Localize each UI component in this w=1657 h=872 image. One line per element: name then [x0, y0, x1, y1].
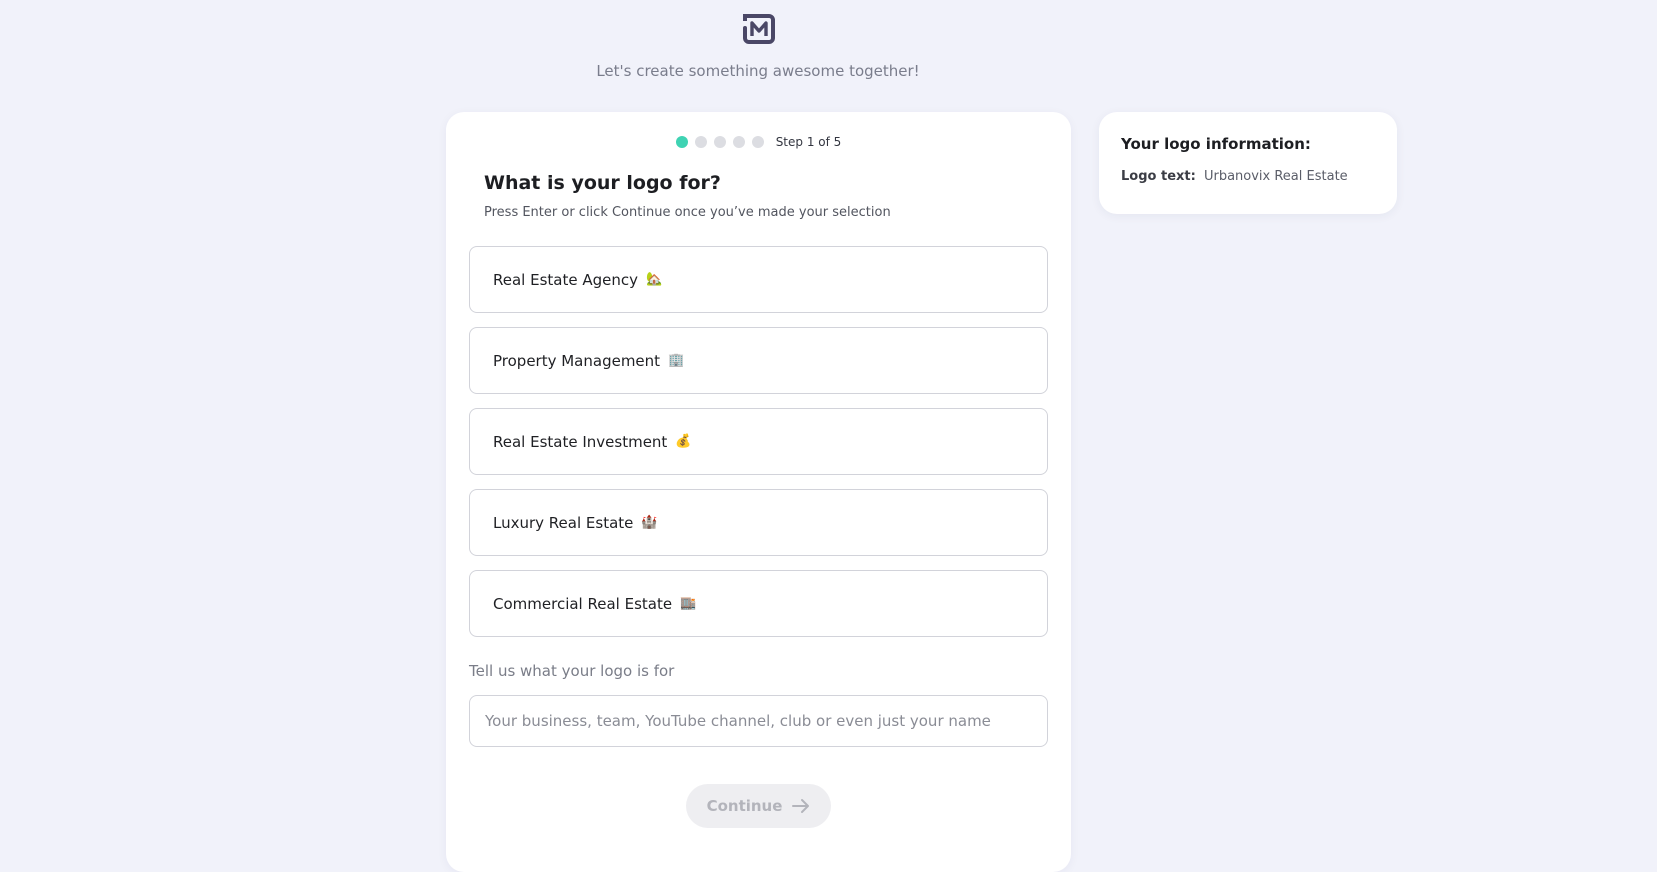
option-luxury-real-estate[interactable]: Luxury Real Estate 🏰	[469, 489, 1048, 556]
money-bag-icon: 💰	[675, 434, 692, 449]
continue-label: Continue	[706, 797, 783, 815]
brand-logo-icon[interactable]	[742, 12, 776, 46]
step-dot-2	[694, 136, 707, 148]
option-real-estate-investment[interactable]: Real Estate Investment 💰	[469, 408, 1048, 475]
arrow-right-icon	[792, 798, 810, 814]
step-counter: Step 1 of 5	[775, 135, 842, 149]
option-property-management[interactable]: Property Management 🏢	[469, 327, 1048, 394]
question-subtitle: Press Enter or click Continue once you’v…	[484, 205, 891, 220]
tagline: Let's create something awesome together!	[596, 62, 920, 80]
question-title: What is your logo for?	[484, 172, 721, 194]
option-commercial-real-estate[interactable]: Commercial Real Estate 🏬	[469, 570, 1048, 637]
logo-text-key: Logo text:	[1121, 169, 1196, 184]
option-label: Commercial Real Estate	[493, 594, 673, 613]
castle-icon: 🏰	[641, 515, 658, 530]
step-progress: Step 1 of 5	[446, 134, 1071, 150]
logo-text-row: Logo text: Urbanovix Real Estate	[1121, 169, 1348, 184]
logo-text-value: Urbanovix Real Estate	[1203, 169, 1348, 184]
option-real-estate-agency[interactable]: Real Estate Agency 🏡	[469, 246, 1048, 313]
continue-button[interactable]: Continue	[686, 784, 831, 828]
house-garden-icon: 🏡	[646, 272, 663, 287]
step-dot-4	[732, 136, 745, 148]
option-label: Real Estate Investment	[493, 432, 668, 451]
option-label: Property Management	[493, 351, 661, 370]
department-store-icon: 🏬	[680, 596, 697, 611]
option-label: Luxury Real Estate	[493, 513, 634, 532]
info-title: Your logo information:	[1121, 135, 1311, 153]
option-label: Real Estate Agency	[493, 270, 638, 289]
logo-info-panel: Your logo information: Logo text: Urbano…	[1099, 112, 1397, 214]
wizard-card: Step 1 of 5 What is your logo for? Press…	[446, 112, 1071, 872]
custom-purpose-label: Tell us what your logo is for	[469, 662, 675, 680]
office-building-icon: 🏢	[668, 353, 685, 368]
custom-purpose-input[interactable]	[469, 695, 1048, 747]
step-dot-5	[751, 136, 764, 148]
step-dot-1	[675, 136, 688, 148]
step-dot-3	[713, 136, 726, 148]
